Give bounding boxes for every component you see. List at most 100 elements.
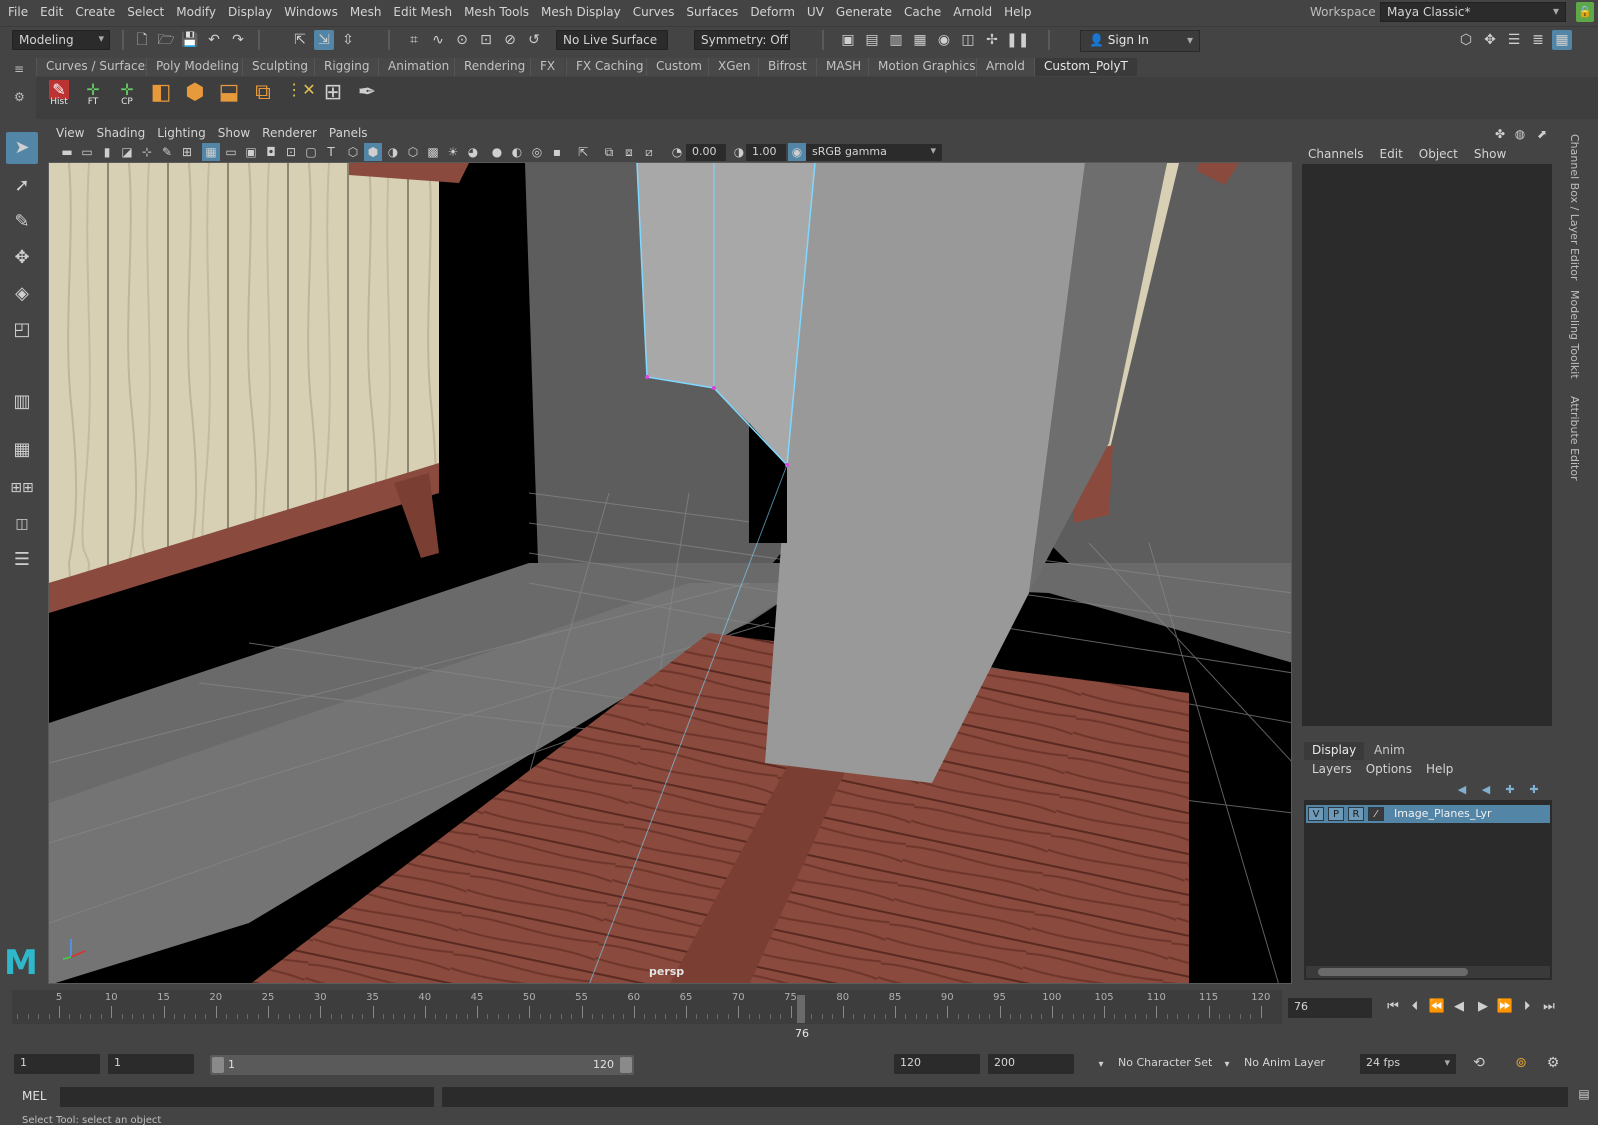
workspace-dropdown[interactable]: Maya Classic* ▾ <box>1380 2 1566 22</box>
motion-blur-icon[interactable]: ◐ <box>508 143 526 161</box>
undo-icon[interactable]: ↶ <box>204 30 224 50</box>
wireframe-icon[interactable]: ⬡ <box>344 143 362 161</box>
new-scene-icon[interactable]: 🗋 <box>132 30 152 50</box>
time-slider[interactable] <box>12 990 1282 1024</box>
ambient-occlusion-icon[interactable]: ● <box>488 143 506 161</box>
snap-surface-icon[interactable]: ⊘ <box>500 30 520 50</box>
snap-grid-icon[interactable]: ⌗ <box>404 30 424 50</box>
script-language-label[interactable]: MEL <box>22 1089 47 1103</box>
render-frame-icon[interactable]: ▤ <box>862 30 882 50</box>
menu-uv[interactable]: UV <box>807 5 824 19</box>
color-space-dropdown[interactable]: sRGB gamma ▾ <box>806 144 942 161</box>
combine-icon[interactable]: ⧉ <box>248 80 278 114</box>
film-gate-icon[interactable]: ▭ <box>222 143 240 161</box>
camera-select-icon[interactable]: ▬ <box>58 143 76 161</box>
snap-point-icon[interactable]: ⊙ <box>452 30 472 50</box>
playback-end-field[interactable]: 120 <box>894 1054 980 1074</box>
start-time-field[interactable]: 1 <box>14 1054 100 1074</box>
channel-box-icon[interactable]: ≣ <box>1528 30 1548 50</box>
play-backwards-icon[interactable]: ◀ <box>1450 998 1468 1016</box>
light-editor-icon[interactable]: ✢ <box>982 30 1002 50</box>
viewport-3d[interactable]: persp <box>48 162 1292 984</box>
le-menu-layers[interactable]: Layers <box>1312 762 1352 776</box>
depth-of-field-icon[interactable]: ▪ <box>548 143 566 161</box>
new-layer-from-selected-icon[interactable]: ✚ <box>1524 780 1544 800</box>
go-to-start-icon[interactable]: ⏮ <box>1384 998 1402 1016</box>
save-scene-icon[interactable]: 💾 <box>180 30 200 50</box>
live-surface-field[interactable]: No Live Surface <box>556 30 668 50</box>
end-time-field[interactable]: 200 <box>988 1054 1074 1074</box>
menu-help[interactable]: Help <box>1004 5 1031 19</box>
shelf-tab-custom[interactable]: Custom <box>646 58 711 76</box>
wireframe-grid-icon[interactable]: ▦ <box>202 143 220 161</box>
modeling-toolkit-icon[interactable]: ⬡ <box>1456 30 1476 50</box>
menu-modify[interactable]: Modify <box>176 5 216 19</box>
pause-viewport-icon[interactable]: ❚❚ <box>1006 30 1029 50</box>
cube-split-icon[interactable]: ◧ <box>146 80 176 114</box>
cb-menu-edit[interactable]: Edit <box>1380 147 1403 161</box>
textured-icon[interactable]: ▩ <box>424 143 442 161</box>
vp-menu-panels[interactable]: Panels <box>329 126 368 140</box>
cb-menu-channels[interactable]: Channels <box>1308 147 1364 161</box>
paint-select-icon[interactable]: ✎ <box>6 206 38 238</box>
grease-pencil-icon[interactable]: ✎ <box>158 143 176 161</box>
menu-mesh-display[interactable]: Mesh Display <box>541 5 621 19</box>
menu-curves[interactable]: Curves <box>633 5 675 19</box>
exposure-field[interactable]: 0.00 <box>686 144 726 161</box>
shelf-tab-poly-modeling[interactable]: Poly Modeling <box>146 58 248 76</box>
menu-edit-mesh[interactable]: Edit Mesh <box>393 5 452 19</box>
render-settings-icon[interactable]: ▦ <box>910 30 930 50</box>
shelf-tab-custom-polyt[interactable]: Custom_PolyT <box>1034 58 1137 76</box>
outliner-icon[interactable]: ▦ <box>1552 30 1572 50</box>
xray-icon[interactable]: ⧉ <box>600 143 618 161</box>
symmetry-dropdown[interactable]: Symmetry: Off <box>694 30 790 50</box>
move-tool-icon[interactable]: ✥ <box>6 242 38 274</box>
shelf-tab-curves-surfaces[interactable]: Curves / Surfaces <box>36 58 161 76</box>
tools-icon[interactable]: ✤ <box>1490 124 1510 144</box>
vp-menu-renderer[interactable]: Renderer <box>262 126 317 140</box>
safe-action-icon[interactable]: ▢ <box>302 143 320 161</box>
open-scene-icon[interactable]: 🗁 <box>156 30 176 50</box>
image-plane-icon[interactable]: ◪ <box>118 143 136 161</box>
resolution-gate-icon[interactable]: ▣ <box>242 143 260 161</box>
command-input[interactable] <box>60 1087 434 1107</box>
shelf-tab-sculpting[interactable]: Sculpting <box>242 58 318 76</box>
shelf-tab-animation[interactable]: Animation <box>378 58 459 76</box>
tool-settings-icon[interactable]: ☰ <box>1504 30 1524 50</box>
shelf-tab-rigging[interactable]: Rigging <box>314 58 379 76</box>
select-component-icon[interactable]: ⇳ <box>338 30 358 50</box>
le-menu-options[interactable]: Options <box>1366 762 1412 776</box>
script-editor-icon[interactable]: ▤ <box>1574 1087 1594 1107</box>
two-pane-icon[interactable]: ◫ <box>6 508 38 540</box>
shelf-options[interactable]: ≡ ⚙ <box>14 62 32 112</box>
anim-layer-dropdown[interactable]: No Anim Layer <box>1238 1054 1338 1074</box>
fps-dropdown[interactable]: 24 fps ▾ <box>1360 1054 1456 1074</box>
two-d-pan-icon[interactable]: ⊹ <box>138 143 156 161</box>
range-slider[interactable]: 1 120 <box>210 1055 634 1075</box>
shelf-tab-arnold[interactable]: Arnold <box>976 58 1034 76</box>
attribute-editor-icon[interactable]: ✥ <box>1480 30 1500 50</box>
menu-select[interactable]: Select <box>127 5 164 19</box>
side-tab-attribute-editor[interactable]: Attribute Editor <box>1568 396 1581 481</box>
layer-tab-anim[interactable]: Anim <box>1366 742 1413 760</box>
shadows-icon[interactable]: ◕ <box>464 143 482 161</box>
cube-icon[interactable]: ⬢ <box>180 80 210 114</box>
auto-key-icon[interactable]: ⊚ <box>1512 1054 1530 1072</box>
xray-components-icon[interactable]: ⧄ <box>640 143 658 161</box>
single-pane-icon[interactable]: ▥ <box>6 386 38 418</box>
menu-edit[interactable]: Edit <box>40 5 63 19</box>
menu-generate[interactable]: Generate <box>836 5 892 19</box>
vp-menu-lighting[interactable]: Lighting <box>157 126 206 140</box>
vp-menu-view[interactable]: View <box>56 126 84 140</box>
grid-toggle-icon[interactable]: ⊞ <box>178 143 196 161</box>
extrude-icon[interactable]: ⬓ <box>214 80 244 114</box>
menu-file[interactable]: File <box>8 5 28 19</box>
side-tab-modeling-toolkit[interactable]: Modeling Toolkit <box>1568 290 1581 379</box>
range-end-handle[interactable] <box>620 1057 632 1073</box>
go-to-end-icon[interactable]: ⏭ <box>1540 998 1558 1016</box>
menu-display[interactable]: Display <box>228 5 272 19</box>
outliner-layout-icon[interactable]: ☰ <box>6 544 38 576</box>
pen-icon[interactable]: ✒ <box>352 80 382 114</box>
animation-prefs-icon[interactable]: ⚙ <box>1544 1054 1562 1072</box>
vp-menu-show[interactable]: Show <box>218 126 250 140</box>
